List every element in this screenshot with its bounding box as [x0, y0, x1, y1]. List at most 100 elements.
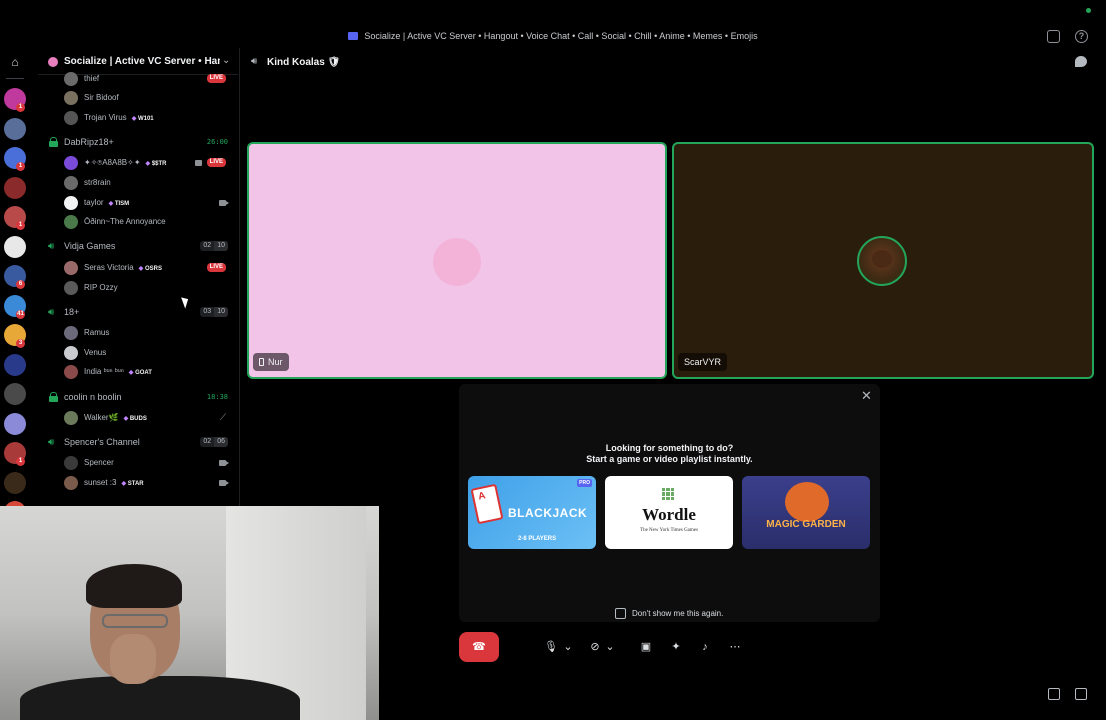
discord-logo-icon[interactable]: ⌂	[5, 54, 25, 70]
dont-show-checkbox[interactable]	[615, 608, 626, 619]
channel-name: 18+	[64, 307, 80, 317]
screen-share-button[interactable]: ▣	[635, 632, 657, 662]
channel-timer: 18:38	[206, 393, 228, 401]
member-row[interactable]: Spencer	[64, 454, 238, 472]
microphone-button[interactable]: 🎙︎	[541, 632, 561, 662]
live-badge: LIVE	[206, 263, 226, 272]
server-icon[interactable]	[4, 353, 26, 376]
server-icon[interactable]	[4, 412, 26, 435]
screen-share-icon: ▣	[640, 641, 652, 653]
voice-channel-spencers[interactable]: 🔊︎ Spencer's Channel 02 06	[38, 434, 238, 452]
member-tag: OSRS	[139, 265, 162, 272]
member-row[interactable]: thief LIVE	[64, 70, 238, 88]
unread-badge: 1	[16, 103, 25, 112]
channel-timer: 26:00	[206, 138, 228, 146]
voice-channel-18-plus[interactable]: 🔊︎ 18+ 03 10	[38, 304, 238, 322]
channel-sidebar: Socialize | Active VC Server • Hang... ⌄…	[38, 48, 240, 508]
activity-card-wordle[interactable]: Wordle The New York Times Games	[605, 476, 733, 549]
member-tag: GOAT	[129, 369, 152, 376]
window-titlebar: Socialize | Active VC Server • Hangout •…	[0, 0, 1106, 48]
member-name: India ᵇᵘⁿ ᵇᵘⁿGOAT	[84, 367, 152, 376]
more-button[interactable]: ⋯	[724, 632, 746, 662]
video-tile-scarvyr[interactable]: ScarVYR	[672, 142, 1094, 379]
server-icon[interactable]	[4, 117, 26, 140]
call-header: 🔊︎ Kind Koalas 🛡	[241, 48, 1106, 76]
server-icon[interactable]: 1	[4, 206, 26, 230]
avatar	[64, 91, 78, 105]
tile-label: Nur	[253, 353, 289, 371]
member-name: Ramus	[84, 328, 110, 337]
video-tile-nur[interactable]: Nur	[247, 142, 667, 379]
fullscreen-icon[interactable]	[1075, 688, 1087, 700]
server-icon[interactable]	[4, 235, 26, 258]
member-row[interactable]: sunset :3STAR	[64, 474, 238, 492]
server-icon[interactable]: 1	[4, 442, 26, 466]
voice-channel-vidja-games[interactable]: 🔊︎ Vidja Games 02 10	[38, 238, 238, 256]
card-title: BLACKJACK	[508, 506, 588, 520]
server-icon[interactable]	[4, 471, 26, 494]
member-name: Seras VictoriaOSRS	[84, 263, 162, 272]
member-row[interactable]: Trojan VirusW101	[64, 109, 238, 127]
user-count: 02 06	[200, 437, 228, 447]
activity-title: Looking for something to do?	[605, 443, 734, 453]
member-name: taylorTISM	[84, 198, 129, 207]
inbox-icon[interactable]	[1047, 30, 1060, 43]
soundboard-button[interactable]: ♪	[694, 632, 716, 662]
guild-icon	[48, 57, 58, 67]
voice-channel-dabripz[interactable]: DabRipz18+ 26:00	[38, 134, 238, 152]
member-row[interactable]: Ramus	[64, 324, 238, 342]
member-row[interactable]: Ōðinn~The Annoyance	[64, 213, 238, 231]
glasses	[102, 614, 168, 628]
microphone-icon: 🎙︎	[544, 641, 558, 653]
member-name: RIP Ozzy	[84, 283, 118, 292]
activity-card-magic-garden[interactable]: MAGIC GARDEN	[742, 476, 870, 549]
member-row[interactable]: Sir Bidoof	[64, 89, 238, 107]
lock-icon	[49, 392, 58, 402]
server-icon[interactable]: 1	[4, 147, 26, 171]
camera-off-button[interactable]: ⊘	[585, 632, 605, 662]
member-row[interactable]: str8rain	[64, 174, 238, 192]
avatar	[64, 326, 78, 340]
activity-suggestion-panel: ✕ Looking for something to do? Start a g…	[459, 384, 880, 622]
member-row[interactable]: taylorTISM	[64, 194, 238, 212]
chevron-down-button[interactable]: ⌄	[562, 632, 574, 662]
avatar	[64, 196, 78, 210]
server-icon[interactable]: 6	[4, 265, 26, 289]
guild-name: Socialize | Active VC Server • Hang...	[64, 56, 220, 67]
server-icon[interactable]	[4, 176, 26, 199]
muted-icon: ⟋	[219, 412, 226, 422]
person-shirt	[20, 676, 300, 720]
pumpkin-icon	[785, 482, 829, 522]
activity-card-blackjack[interactable]: PRO BLACKJACK 2-8 PLAYERS	[468, 476, 596, 549]
member-row[interactable]: RIP Ozzy	[64, 279, 238, 297]
channel-name: DabRipz18+	[64, 137, 114, 147]
avatar	[857, 236, 907, 286]
member-row[interactable]: Walker🌿BUDS ⟋	[64, 409, 238, 427]
server-icon[interactable]: 3	[4, 324, 26, 348]
person-hand	[110, 634, 156, 684]
unread-badge: 1	[16, 457, 25, 466]
member-row[interactable]: Seras VictoriaOSRS LIVE	[64, 259, 238, 277]
member-tag: $$TR	[146, 160, 167, 167]
member-name: thief	[84, 74, 100, 83]
popout-icon[interactable]	[1048, 688, 1060, 700]
member-row[interactable]: Venus	[64, 344, 238, 362]
activities-button[interactable]: ✦	[665, 632, 687, 662]
server-icon[interactable]: 41	[4, 294, 26, 319]
server-flag-icon	[348, 32, 359, 40]
voice-channel-coolin-n-boolin[interactable]: coolin n boolin 18:38	[38, 389, 238, 407]
unread-badge: 41	[16, 309, 25, 319]
server-icon[interactable]: 1	[4, 88, 26, 112]
member-row[interactable]: India ᵇᵘⁿ ᵇᵘⁿGOAT	[64, 363, 238, 381]
member-row[interactable]: ✦✧⍟A8A8B✧✦$$TR LIVE	[64, 154, 238, 172]
hangup-button[interactable]: ☎	[459, 632, 499, 662]
chat-icon[interactable]	[1075, 56, 1087, 67]
server-icon[interactable]	[4, 383, 26, 405]
chevron-down-icon: ⌄	[563, 641, 573, 653]
chevron-down-button[interactable]: ⌄	[604, 632, 616, 662]
pro-badge: PRO	[577, 479, 592, 487]
avatar	[64, 456, 78, 470]
avatar	[64, 411, 78, 425]
help-icon[interactable]: ?	[1075, 30, 1088, 43]
close-icon[interactable]: ✕	[861, 388, 872, 404]
